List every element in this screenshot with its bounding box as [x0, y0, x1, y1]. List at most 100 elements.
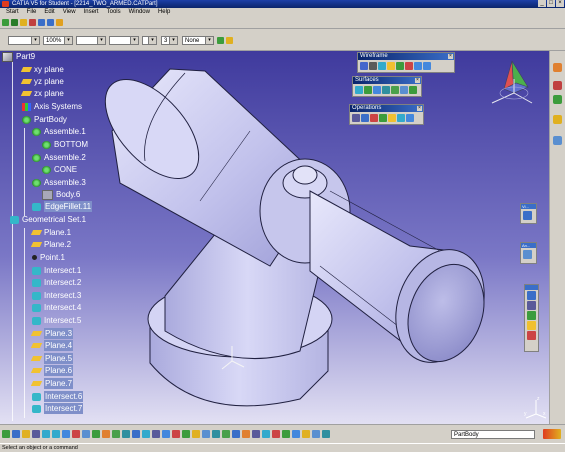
workbench-icon[interactable] [553, 63, 562, 72]
menu-help[interactable]: Help [154, 8, 174, 16]
extract-tool-icon[interactable] [388, 114, 396, 122]
hide-show-icon[interactable] [527, 291, 536, 300]
shading-icon[interactable] [82, 430, 90, 438]
zoom-in-icon[interactable] [42, 430, 50, 438]
help-icon[interactable] [56, 18, 63, 26]
menu-edit[interactable]: Edit [40, 8, 58, 16]
color-combo[interactable]: ▾ [8, 36, 40, 45]
fillet-tool-icon[interactable] [397, 114, 405, 122]
open-icon[interactable] [11, 18, 18, 26]
measure-icon[interactable] [527, 311, 536, 320]
plane-tool-icon[interactable] [387, 62, 395, 70]
projection-tool-icon[interactable] [396, 62, 404, 70]
intersect-tool-icon[interactable] [282, 430, 290, 438]
layer-number-combo[interactable]: 3 ▾ [161, 36, 178, 45]
format-painter-icon[interactable] [217, 37, 224, 44]
menu-view[interactable]: View [59, 8, 80, 16]
menu-start[interactable]: Start [2, 8, 23, 16]
normal-view-icon[interactable] [62, 430, 70, 438]
extrude-tool-icon[interactable] [355, 86, 363, 94]
groove-icon[interactable] [152, 430, 160, 438]
draft-icon[interactable] [202, 430, 210, 438]
join-tool-icon[interactable] [352, 114, 360, 122]
constraint-icon[interactable] [553, 136, 562, 145]
tree-item-geometrical-set-1[interactable]: Geometrical Set.1 [10, 214, 86, 225]
circle-tool-icon[interactable] [414, 62, 422, 70]
edge-fillet-icon[interactable] [182, 430, 190, 438]
tree-item-cone[interactable]: CONE [42, 164, 77, 175]
close-icon[interactable]: × [415, 78, 420, 83]
tree-item-intersect-2[interactable]: Intersect.2 [32, 277, 81, 288]
tree-item-plane-3[interactable]: Plane.3 [30, 328, 74, 339]
annotation-icon[interactable] [553, 115, 562, 124]
tree-item-point-1[interactable]: Point.1 [32, 252, 65, 263]
sphere-tool-icon[interactable] [373, 86, 381, 94]
intersection-tool-icon[interactable] [405, 62, 413, 70]
mirror-icon[interactable] [232, 430, 240, 438]
menu-tools[interactable]: Tools [103, 8, 125, 16]
scaling-icon[interactable] [252, 430, 260, 438]
menu-file[interactable]: File [23, 8, 41, 16]
fit-all-icon[interactable] [12, 430, 20, 438]
point-type-combo[interactable]: ▾ [142, 36, 157, 45]
rotate-icon[interactable] [32, 430, 40, 438]
redo-icon[interactable] [47, 18, 54, 26]
minimize-button[interactable]: _ [538, 0, 546, 7]
zoom-out-icon[interactable] [52, 430, 60, 438]
tree-item-intersect-4[interactable]: Intersect.4 [32, 302, 81, 313]
material-icon[interactable] [527, 321, 536, 330]
chamfer-icon[interactable] [192, 430, 200, 438]
compass-icon[interactable] [488, 59, 536, 111]
tree-item-part9[interactable]: Part9 [2, 51, 35, 62]
tree-item-intersect-5[interactable]: Intersect.5 [32, 315, 81, 326]
close-icon[interactable]: × [417, 106, 422, 111]
menu-insert[interactable]: Insert [80, 8, 103, 16]
maximize-button[interactable]: □ [547, 0, 555, 7]
fly-mode-icon[interactable] [2, 430, 10, 438]
analysis-icon[interactable] [523, 250, 532, 259]
shaft-icon[interactable] [142, 430, 150, 438]
apply-material-icon[interactable] [322, 430, 330, 438]
tree-item-plane-7[interactable]: Plane.7 [30, 378, 74, 389]
boolean-add-icon[interactable] [262, 430, 270, 438]
view-icon[interactable] [523, 211, 532, 220]
tree-item-assemble-2[interactable]: Assemble.2 [32, 152, 86, 163]
current-body-combo[interactable]: PartBody [451, 430, 535, 439]
close-icon[interactable]: × [448, 54, 453, 59]
sketcher-icon[interactable] [553, 81, 562, 90]
thickness-icon[interactable] [222, 430, 230, 438]
tree-item-xy-plane[interactable]: xy plane [20, 64, 64, 75]
pattern-icon[interactable] [242, 430, 250, 438]
tree-item-yz-plane[interactable]: yz plane [20, 76, 64, 87]
split-tool-icon[interactable] [361, 114, 369, 122]
swap-visible-space-icon[interactable] [102, 430, 110, 438]
tree-item-axis-systems[interactable]: Axis Systems [22, 101, 82, 112]
tree-item-plane-2[interactable]: Plane.2 [30, 239, 71, 250]
thread-icon[interactable] [302, 430, 310, 438]
line-type-combo[interactable]: ▾ [76, 36, 106, 45]
tree-item-intersect-7[interactable]: Intersect.7 [32, 403, 84, 414]
sweep-tool-icon[interactable] [391, 86, 399, 94]
shell-icon[interactable] [212, 430, 220, 438]
line-weight-combo[interactable]: ▾ [109, 36, 139, 45]
point-tool-icon[interactable] [360, 62, 368, 70]
grid-icon[interactable] [527, 301, 536, 310]
close-button[interactable]: × [556, 0, 564, 7]
save-icon[interactable] [20, 18, 27, 26]
brush-icon[interactable] [226, 37, 233, 44]
pad-icon[interactable] [122, 430, 130, 438]
boundary-tool-icon[interactable] [379, 114, 387, 122]
translate-tool-icon[interactable] [406, 114, 414, 122]
loft-tool-icon[interactable] [409, 86, 417, 94]
undo-icon[interactable] [38, 18, 45, 26]
offset-tool-icon[interactable] [382, 86, 390, 94]
tree-item-bottom[interactable]: BOTTOM [42, 139, 88, 150]
tree-item-plane-1[interactable]: Plane.1 [30, 227, 71, 238]
render-icon[interactable] [527, 331, 536, 340]
sketch-icon[interactable] [112, 430, 120, 438]
menu-window[interactable]: Window [125, 8, 154, 16]
tree-item-plane-5[interactable]: Plane.5 [30, 353, 74, 364]
measure-item-icon[interactable] [312, 430, 320, 438]
tree-item-intersect-1[interactable]: Intersect.1 [32, 265, 81, 276]
hole-icon[interactable] [162, 430, 170, 438]
